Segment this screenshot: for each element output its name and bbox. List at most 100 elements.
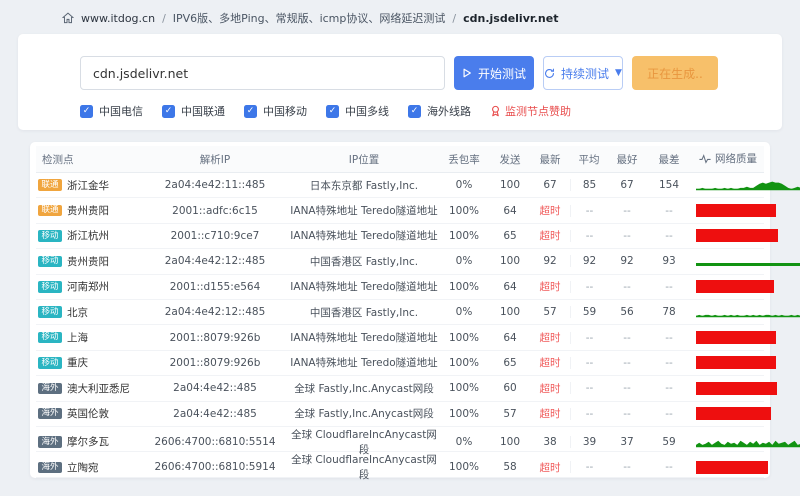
cell-loss: 0% (455, 435, 473, 448)
isp-badge: 海外 (38, 436, 63, 448)
cell-location: 日本东京都 Fastly,Inc. (309, 179, 419, 192)
cell-node: 海外 澳大利亚悉尼 (36, 381, 140, 396)
column-header-7: 最好 (616, 153, 638, 166)
results-table-card: 检测点 解析IP IP位置 丢包率 发送 最新 平均 最好 最差 网络质量 联通 浙江金华 2a04:… (30, 142, 800, 481)
cell-best: -- (623, 280, 631, 293)
isp-badge: 海外 (38, 461, 63, 474)
cell-best: 92 (620, 255, 634, 268)
table-row: 移动 上海 2001::8079:926b IANA特殊地址 Teredo隧道地址 10… (36, 325, 776, 351)
cell-node: 移动 河南郑州 (36, 279, 140, 294)
cell-sent: 100 (499, 179, 521, 192)
start-test-label: 开始测试 (477, 66, 526, 81)
node-name: 英国伦敦 (67, 408, 110, 421)
cell-network-quality (692, 173, 800, 197)
isp-badge: 移动 (38, 281, 63, 293)
breadcrumb: www.itdog.cn / IPV6版、多地Ping、常规版、icmp协议、网… (62, 10, 558, 26)
chevron-down-icon: ▼ (615, 68, 622, 78)
cell-latest: 超时 (539, 281, 561, 294)
cell-ip: 2001::c710:9ce7 (170, 229, 260, 242)
cell-loss: 100% (448, 331, 480, 344)
cell-best: -- (623, 407, 631, 420)
cell-ip: 2a04:4e42::485 (173, 382, 257, 395)
cell-loss: 100% (448, 204, 480, 217)
cell-ip: 2a04:4e42:12::485 (164, 255, 266, 268)
timeout-bar (696, 229, 778, 243)
node-name: 立陶宛 (67, 461, 99, 474)
table-row: 移动 浙江杭州 2001::c710:9ce7 IANA特殊地址 Teredo隧道地址… (36, 224, 778, 250)
sponsor-medal-icon (492, 105, 499, 117)
cell-network-quality (692, 249, 800, 273)
node-name: 重庆 (67, 357, 89, 370)
cell-avg: -- (570, 331, 608, 344)
isp-checkbox-0[interactable]: ✓ 中国电信 (80, 103, 143, 119)
cell-sent: 100 (499, 255, 521, 268)
isp-badge: 移动 (38, 357, 63, 369)
breadcrumb-current[interactable]: cdn.jsdelivr.net (463, 12, 558, 25)
sponsor-link[interactable]: 监测节点赞助 (490, 103, 571, 119)
cell-loss: 100% (448, 356, 480, 369)
cell-loss: 0% (455, 179, 473, 192)
cell-location: IANA特殊地址 Teredo隧道地址 (290, 357, 438, 370)
cell-latest: 超时 (539, 205, 561, 218)
cell-ip: 2001::8079:926b (169, 356, 261, 369)
cell-worst: 93 (662, 255, 676, 268)
cell-sent: 60 (503, 382, 517, 395)
checkbox-checked-icon: ✓ (326, 104, 339, 118)
test-control-card: 开始测试 持续测试 ▼ 正在生成.. ✓中国电信✓中国联通✓中国移动✓中国多线✓… (18, 34, 782, 130)
isp-checkbox-3[interactable]: ✓ 中国多线 (326, 103, 389, 119)
cell-best: -- (623, 331, 631, 344)
cell-avg: -- (570, 229, 608, 242)
generating-button[interactable]: 正在生成.. (632, 56, 718, 90)
cell-sent: 100 (499, 435, 521, 448)
cell-avg: -- (570, 382, 608, 395)
cell-location: 中国香港区 Fastly,Inc. (309, 306, 419, 319)
cell-worst: -- (665, 204, 673, 217)
cell-node: 联通 贵州贵阳 (36, 203, 140, 218)
cell-ip: 2a04:4e42::485 (173, 407, 257, 420)
isp-checkbox-1[interactable]: ✓ 中国联通 (162, 103, 225, 119)
isp-badge: 移动 (38, 230, 63, 242)
isp-checkbox-2[interactable]: ✓ 中国移动 (244, 103, 307, 119)
timeout-bar (696, 204, 776, 218)
continuous-test-button[interactable]: 持续测试 ▼ (543, 56, 623, 90)
cell-latest: 超时 (539, 357, 561, 370)
start-test-button[interactable]: 开始测试 (454, 56, 534, 90)
timeout-bar (696, 280, 774, 294)
isp-checkbox-4[interactable]: ✓ 海外线路 (408, 103, 471, 119)
isp-badge: 移动 (38, 255, 63, 268)
cell-network-quality (692, 198, 776, 222)
isp-badge: 海外 (38, 382, 63, 395)
host-input[interactable] (80, 56, 445, 90)
timeout-bar (696, 331, 776, 345)
isp-badge: 移动 (38, 331, 63, 344)
column-header-8: 最差 (658, 153, 680, 166)
column-header-5: 最新 (539, 153, 561, 166)
cell-loss: 100% (448, 382, 480, 395)
isp-badge: 移动 (38, 306, 63, 318)
latency-sparkline (696, 263, 800, 267)
cell-worst: -- (665, 331, 673, 344)
cell-network-quality (692, 224, 778, 248)
cell-sent: 64 (503, 204, 517, 217)
node-name: 北京 (67, 306, 89, 319)
home-icon (62, 12, 74, 24)
cell-worst: -- (665, 280, 673, 293)
column-header-9: 网络质量 (692, 151, 764, 167)
isp-badge: 联通 (38, 204, 63, 217)
cell-location: IANA特殊地址 Teredo隧道地址 (290, 230, 438, 243)
cell-loss: 100% (448, 461, 480, 474)
cell-worst: -- (665, 407, 673, 420)
latency-sparkline (696, 181, 800, 191)
cell-node: 移动 贵州贵阳 (36, 254, 140, 269)
cell-location: IANA特殊地址 Teredo隧道地址 (290, 332, 438, 345)
cell-loss: 0% (455, 255, 473, 268)
cell-avg: -- (570, 204, 608, 217)
breadcrumb-site[interactable]: www.itdog.cn (81, 12, 155, 25)
node-name: 浙江金华 (67, 179, 110, 192)
cell-best: 56 (620, 306, 634, 319)
isp-badge: 海外 (38, 407, 63, 420)
cell-worst: 154 (658, 179, 680, 192)
table-row: 移动 重庆 2001::8079:926b IANA特殊地址 Teredo隧道地址 10… (36, 351, 776, 377)
checkbox-checked-icon: ✓ (244, 104, 257, 118)
cell-avg: 59 (570, 306, 608, 319)
